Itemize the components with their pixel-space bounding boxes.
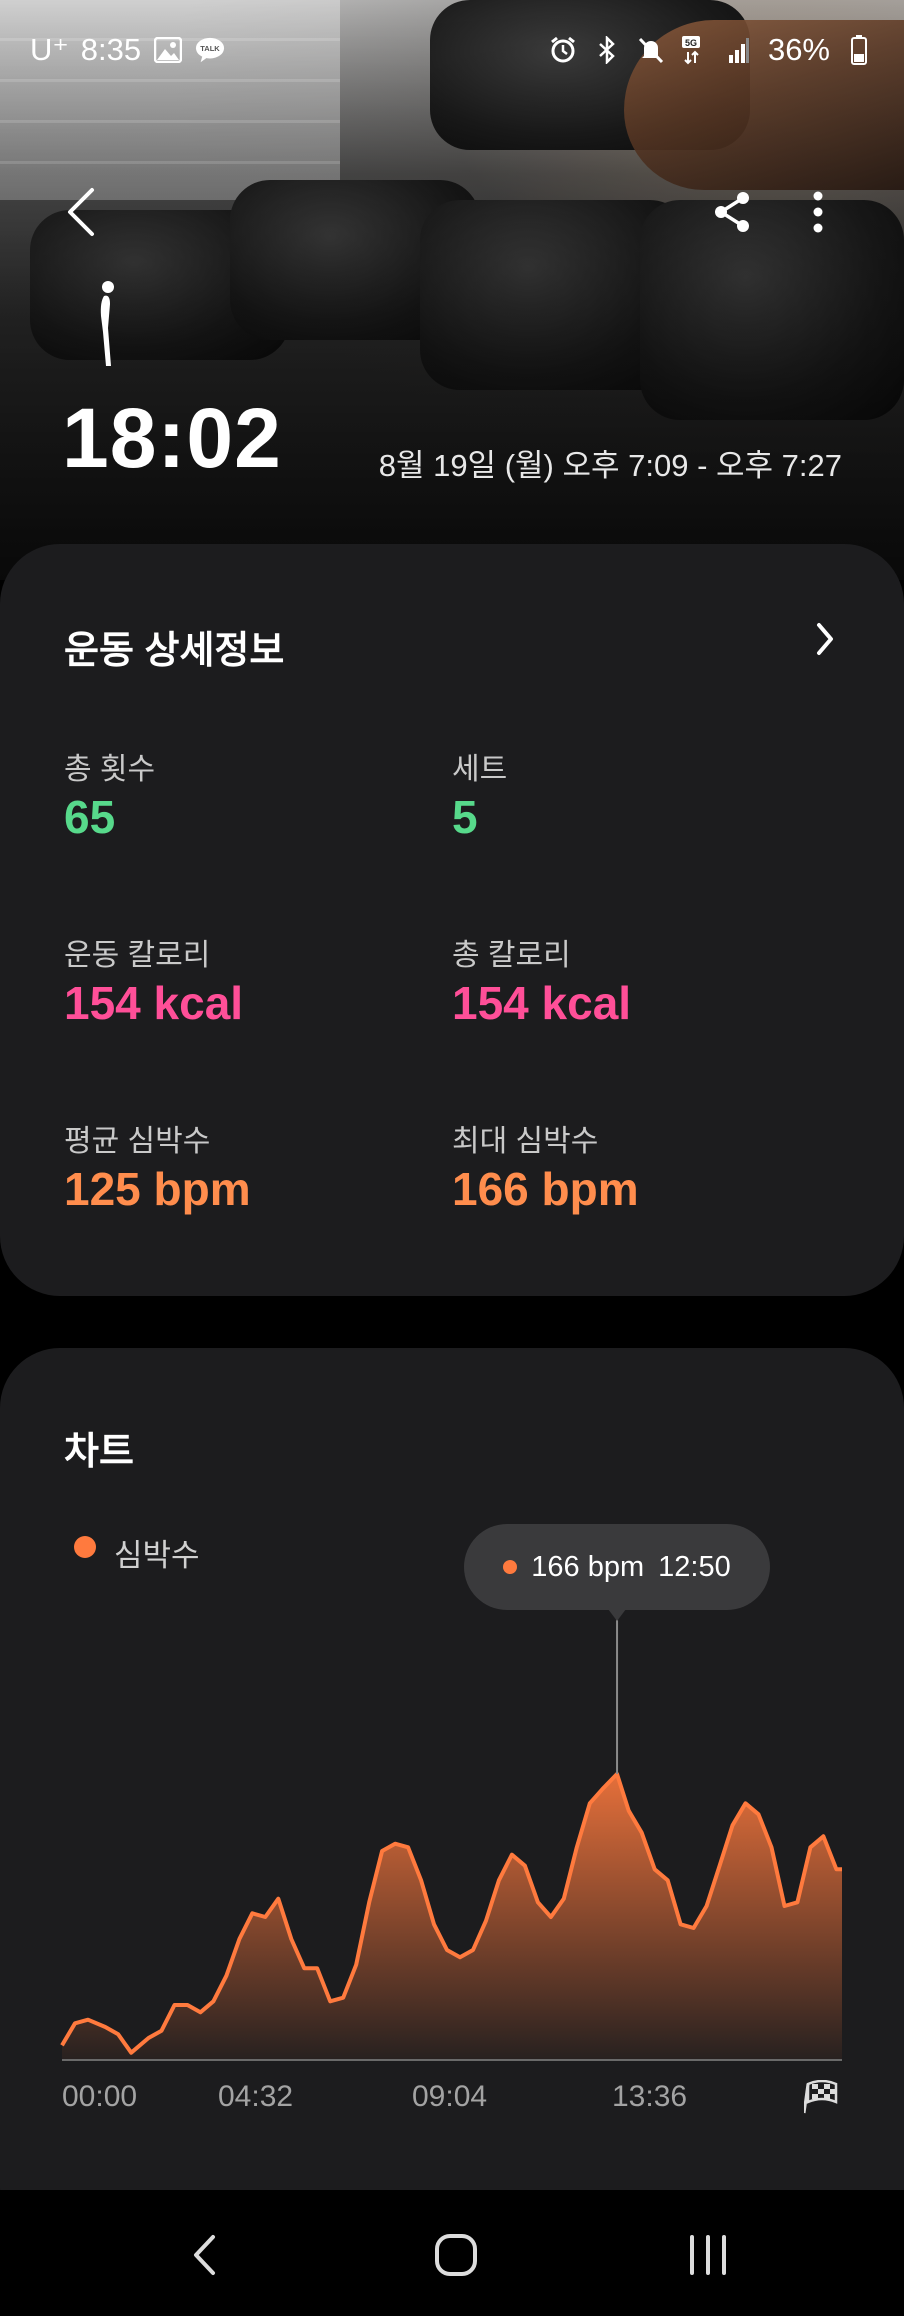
finish-flag-icon xyxy=(802,2079,840,2119)
x-tick-label: 09:04 xyxy=(412,2080,488,2113)
heart-rate-area xyxy=(62,1774,842,2060)
heart-rate-chart[interactable] xyxy=(0,0,904,2200)
x-tick-label: 04:32 xyxy=(218,2080,294,2113)
x-tick-label: 13:36 xyxy=(612,2080,688,2113)
nav-back-button[interactable] xyxy=(164,2220,244,2290)
tooltip-time: 12:50 xyxy=(658,1550,731,1583)
tooltip-pointer xyxy=(608,1609,627,1621)
tooltip-value: 166 bpm xyxy=(531,1550,645,1583)
chart-tooltip: 166 bpm 12:50 xyxy=(464,1524,770,1610)
tooltip-marker xyxy=(503,1560,518,1574)
nav-recents-button[interactable] xyxy=(668,2220,748,2290)
nav-back-icon xyxy=(194,2235,215,2275)
nav-recents-icon xyxy=(690,2235,726,2275)
nav-home-button[interactable] xyxy=(416,2220,496,2290)
x-tick-label: 00:00 xyxy=(62,2080,138,2113)
navigation-bar xyxy=(0,2190,904,2316)
nav-home-icon xyxy=(435,2234,477,2276)
